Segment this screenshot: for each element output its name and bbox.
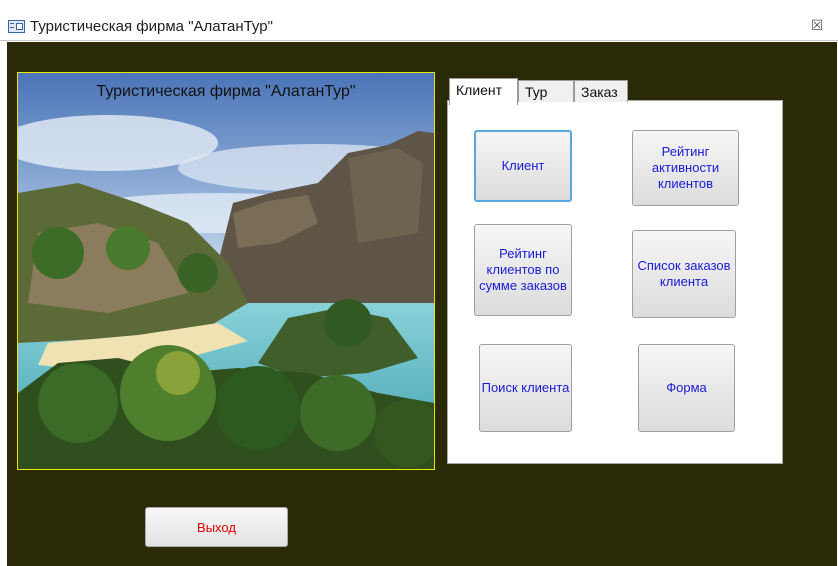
tab-tour[interactable]: Тур [518,80,574,102]
window-title: Туристическая фирма "АлатанТур" [30,18,273,35]
access-form-icon [8,20,25,33]
client-orders-list-button[interactable]: Список заказов клиента [632,230,736,318]
tab-order[interactable]: Заказ [574,80,628,102]
landscape-picture: Туристическая фирма "АлатанТур" [17,72,435,470]
tropical-island-image [18,73,434,469]
order-sum-rating-button[interactable]: Рейтинг клиентов по сумме заказов [474,224,572,316]
close-icon[interactable]: ☒ [806,16,828,36]
form-button[interactable]: Форма [638,344,735,432]
client-button[interactable]: Клиент [474,130,572,202]
exit-button[interactable]: Выход [145,507,288,547]
client-search-button[interactable]: Поиск клиента [479,344,572,432]
activity-rating-button[interactable]: Рейтинг активности клиентов [632,130,739,206]
picture-caption: Туристическая фирма "АлатанТур" [96,83,356,100]
tab-client[interactable]: Клиент [449,78,518,105]
window-titlebar: Туристическая фирма "АлатанТур" ☒ [0,0,838,41]
